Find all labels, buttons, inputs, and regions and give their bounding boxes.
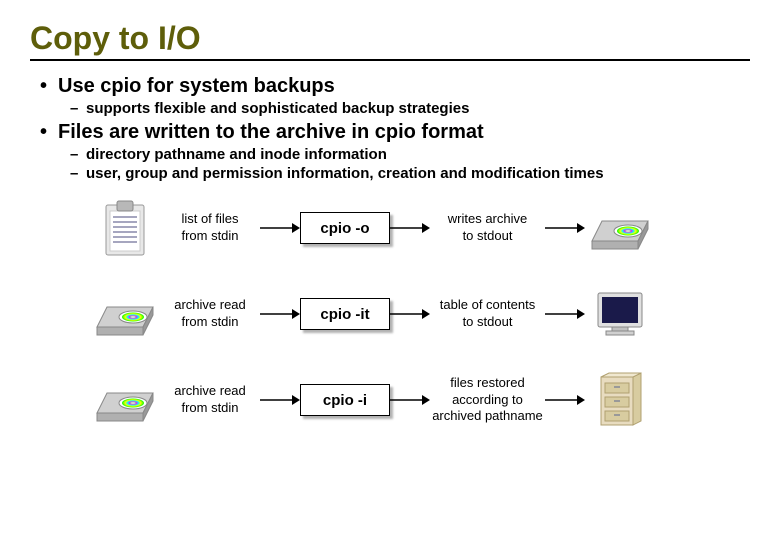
title-rule: [30, 59, 750, 61]
cdwriter-icon: [90, 284, 160, 344]
bullet-1-sub-1: supports flexible and sophisticated back…: [86, 100, 750, 117]
diagram: list of files from stdin cpio -o writes …: [90, 196, 750, 432]
bullet-1: Use cpio for system backups: [58, 75, 750, 98]
row2-input-label-line2: from stdin: [160, 314, 260, 331]
bullet-2: Files are written to the archive in cpio…: [58, 121, 750, 144]
row1-output-label: writes archive to stdout: [430, 211, 545, 245]
clipboard-icon: [90, 198, 160, 258]
arrow-icon: [545, 218, 585, 238]
bullet-list: Use cpio for system backups supports fle…: [58, 75, 750, 182]
row3-output-label-line1: files restored: [430, 375, 545, 392]
row1-input-label-line2: from stdin: [160, 228, 260, 245]
row3-output-label-line2: according to: [430, 392, 545, 409]
cabinet-icon: [585, 370, 655, 430]
bullet-2-sub-2: user, group and permission information, …: [86, 165, 750, 182]
row3-output-label: files restored according to archived pat…: [430, 375, 545, 426]
cdwriter-icon: [585, 198, 655, 258]
row2-output-label: table of contents to stdout: [430, 297, 545, 331]
arrow-icon: [260, 304, 300, 324]
command-box-3: cpio -i: [300, 384, 390, 416]
command-box-2: cpio -it: [300, 298, 390, 330]
monitor-icon: [585, 284, 655, 344]
row3-input-label: archive read from stdin: [160, 383, 260, 417]
command-box-1: cpio -o: [300, 212, 390, 244]
row3-output-label-line3: archived pathname: [430, 408, 545, 425]
row1-input-label: list of files from stdin: [160, 211, 260, 245]
row2-input-label-line1: archive read: [160, 297, 260, 314]
arrow-icon: [390, 390, 430, 410]
arrow-icon: [390, 304, 430, 324]
row3-input-label-line2: from stdin: [160, 400, 260, 417]
diagram-row-1: list of files from stdin cpio -o writes …: [90, 196, 750, 260]
arrow-icon: [260, 390, 300, 410]
arrow-icon: [260, 218, 300, 238]
arrow-icon: [390, 218, 430, 238]
row1-output-label-line1: writes archive: [430, 211, 545, 228]
row1-input-label-line1: list of files: [160, 211, 260, 228]
row2-output-label-line1: table of contents: [430, 297, 545, 314]
row2-output-label-line2: to stdout: [430, 314, 545, 331]
cdwriter-icon: [90, 370, 160, 430]
row2-input-label: archive read from stdin: [160, 297, 260, 331]
arrow-icon: [545, 304, 585, 324]
arrow-icon: [545, 390, 585, 410]
bullet-2-sub-1: directory pathname and inode information: [86, 146, 750, 163]
row1-output-label-line2: to stdout: [430, 228, 545, 245]
row3-input-label-line1: archive read: [160, 383, 260, 400]
diagram-row-2: archive read from stdin cpio -it table o…: [90, 282, 750, 346]
slide-title: Copy to I/O: [30, 20, 750, 57]
diagram-row-3: archive read from stdin cpio -i files re…: [90, 368, 750, 432]
